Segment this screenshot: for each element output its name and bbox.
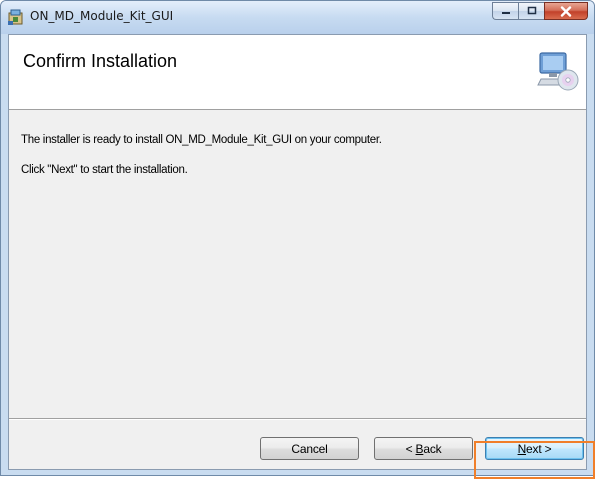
computer-disc-icon bbox=[537, 52, 579, 91]
back-button-prefix: < bbox=[405, 441, 416, 456]
footer-separator bbox=[9, 418, 586, 420]
back-button[interactable]: < Back bbox=[374, 437, 473, 460]
install-ready-message: The installer is ready to install ON_MD_… bbox=[21, 134, 382, 146]
maximize-icon bbox=[527, 6, 536, 15]
page-title: Confirm Installation bbox=[23, 51, 178, 71]
back-button-accelerator: B bbox=[415, 441, 424, 456]
title-bar[interactable]: ON_MD_Module_Kit_GUI bbox=[1, 1, 594, 34]
cancel-button[interactable]: Cancel bbox=[260, 437, 359, 460]
next-button-highlight bbox=[474, 441, 595, 479]
caption-buttons bbox=[492, 2, 588, 20]
installer-package-icon bbox=[8, 9, 23, 25]
minimize-icon bbox=[501, 12, 510, 14]
dialog-client-area: Confirm Installation The installer is re… bbox=[8, 34, 587, 470]
header-banner: Confirm Installation bbox=[9, 35, 586, 110]
instruction-message: Click "Next" to start the installation. bbox=[21, 164, 188, 176]
close-button[interactable] bbox=[544, 2, 588, 20]
close-icon bbox=[560, 5, 572, 17]
maximize-button[interactable] bbox=[518, 2, 544, 20]
minimize-button[interactable] bbox=[492, 2, 518, 20]
installer-window: ON_MD_Module_Kit_GUI Confirm Installatio… bbox=[0, 0, 595, 476]
window-title: ON_MD_Module_Kit_GUI bbox=[30, 9, 174, 23]
back-button-label-rest: ack bbox=[423, 441, 442, 456]
